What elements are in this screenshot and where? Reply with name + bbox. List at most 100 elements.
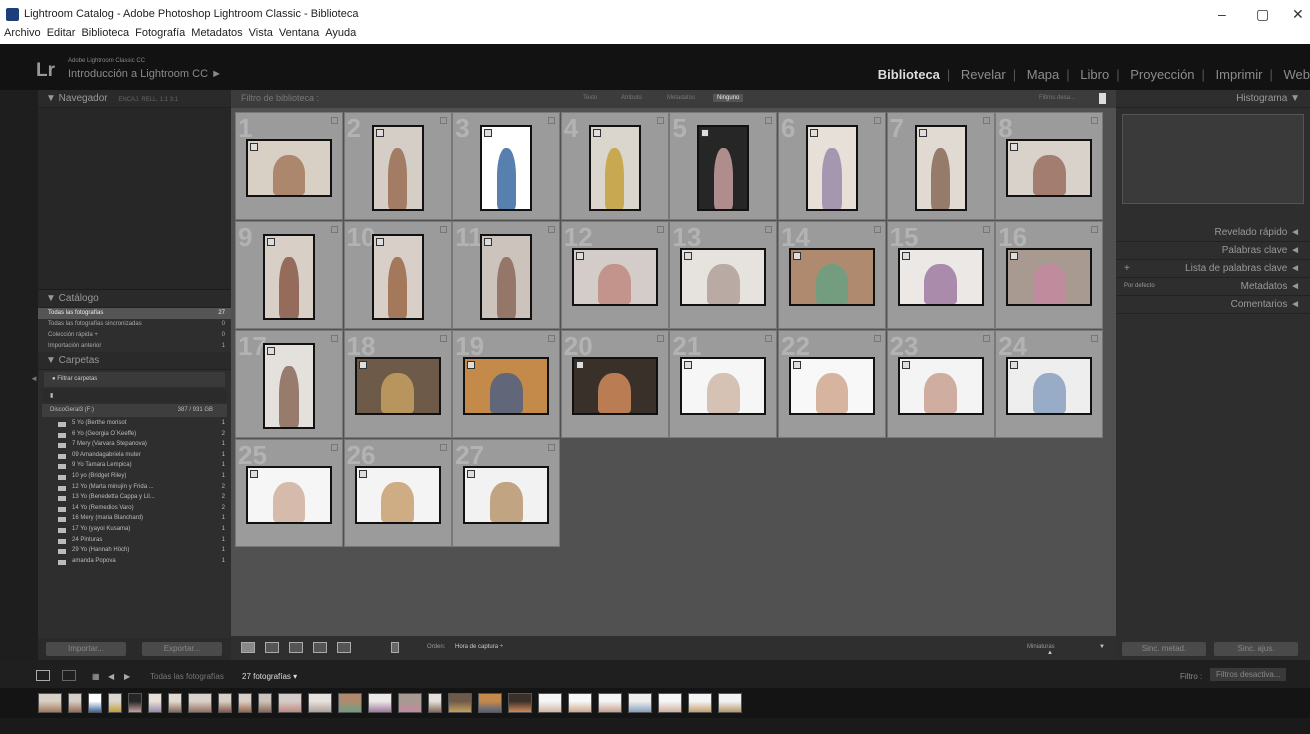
photo-thumbnail[interactable]: [354, 357, 441, 415]
photo-thumbnail[interactable]: [789, 248, 875, 306]
module-mapa[interactable]: Mapa: [1027, 67, 1060, 82]
export-button[interactable]: Exportar...: [142, 642, 222, 656]
photo-thumbnail[interactable]: [246, 139, 332, 197]
filmstrip-thumbnail[interactable]: [628, 693, 652, 713]
grid-cell[interactable]: 18: [343, 330, 452, 438]
catalog-item[interactable]: Colección rápida + 0: [38, 330, 231, 341]
panel-keyword-list[interactable]: + Lista de palabras clave ◄: [1116, 260, 1310, 278]
filmstrip-thumbnail[interactable]: [258, 693, 272, 713]
grid-cell[interactable]: 8: [995, 112, 1104, 220]
filmstrip-thumbnail[interactable]: [218, 693, 232, 713]
grid-cell[interactable]: 5: [669, 112, 778, 220]
grid-cell[interactable]: 13: [669, 221, 778, 329]
photo-count[interactable]: 27 fotografías ▾: [242, 672, 297, 681]
photo-thumbnail[interactable]: [480, 125, 533, 211]
module-proyeccion[interactable]: Proyección: [1130, 67, 1194, 82]
photo-thumbnail[interactable]: [371, 234, 424, 320]
grid-cell[interactable]: 22: [778, 330, 886, 438]
filmstrip-thumbnail[interactable]: [128, 693, 142, 713]
flag-badge-icon[interactable]: [765, 117, 773, 124]
folder-item[interactable]: 6 Yo (Georgia O´Keeffe) 2: [38, 430, 231, 441]
filmstrip-thumbnail[interactable]: [568, 693, 592, 713]
panel-comments[interactable]: Comentarios ◄: [1116, 296, 1310, 314]
flag-badge-icon[interactable]: [656, 226, 664, 233]
filmstrip-thumbnail[interactable]: [38, 693, 62, 713]
panel-metadata[interactable]: Por defecto Metadatos ◄: [1116, 278, 1310, 296]
grid-cell[interactable]: 4: [560, 112, 669, 220]
flag-badge-icon[interactable]: [331, 335, 338, 342]
flag-badge-icon[interactable]: [331, 117, 338, 124]
grid-icon[interactable]: ▦: [92, 672, 100, 681]
menu-fotografia[interactable]: Fotografía: [135, 27, 185, 39]
module-web[interactable]: Web: [1284, 67, 1310, 82]
filmstrip-thumbnail[interactable]: [308, 693, 332, 713]
sync-settings-button[interactable]: Sinc. ajus.: [1214, 642, 1298, 656]
menu-ayuda[interactable]: Ayuda: [325, 27, 356, 39]
filmstrip-thumbnail[interactable]: [168, 693, 182, 713]
photo-thumbnail[interactable]: [480, 234, 533, 320]
filter-preset[interactable]: Filtros desa...: [1039, 95, 1075, 101]
flag-badge-icon[interactable]: [874, 226, 881, 233]
grid-cell[interactable]: 15: [886, 221, 995, 329]
photo-thumbnail[interactable]: [680, 357, 767, 415]
folder-item[interactable]: 16 Mery (maria Blanchard) 1: [38, 514, 231, 525]
flag-badge-icon[interactable]: [548, 226, 556, 233]
folder-item[interactable]: 09 Amandagabriela muter 1: [38, 451, 231, 462]
flag-badge-icon[interactable]: [548, 117, 556, 124]
menu-biblioteca[interactable]: Biblioteca: [81, 27, 129, 39]
flag-badge-icon[interactable]: [331, 444, 338, 451]
flag-badge-icon[interactable]: [439, 335, 447, 342]
filmstrip-thumbnail[interactable]: [448, 693, 472, 713]
catalog-item[interactable]: Todas las fotografías sincronizadas 0: [38, 319, 231, 330]
forward-arrow-icon[interactable]: ▶: [124, 672, 130, 681]
filmstrip-thumbnail[interactable]: [688, 693, 712, 713]
module-revelar[interactable]: Revelar: [961, 67, 1006, 82]
photo-thumbnail[interactable]: [371, 125, 424, 211]
filmstrip-filter-select[interactable]: Filtros desactiva...: [1210, 668, 1287, 681]
flag-badge-icon[interactable]: [765, 226, 773, 233]
filmstrip-thumbnail[interactable]: [368, 693, 392, 713]
grid-cell[interactable]: 23: [886, 330, 995, 438]
grid-cell[interactable]: 7: [886, 112, 995, 220]
navigator-zoom-options[interactable]: ENCAJ. RELL. 1:1 3:1: [118, 97, 178, 103]
flag-badge-icon[interactable]: [548, 444, 556, 451]
grid-cell[interactable]: 14: [778, 221, 886, 329]
folder-item[interactable]: 14 Yo (Remedios Varo) 2: [38, 504, 231, 515]
filter-texto[interactable]: Texto: [583, 95, 597, 101]
histogram-header[interactable]: Histograma ▼: [1116, 90, 1310, 108]
photo-thumbnail[interactable]: [1006, 248, 1093, 306]
photo-thumbnail[interactable]: [263, 234, 315, 320]
people-view-icon[interactable]: [337, 642, 351, 653]
grid-cell[interactable]: 16: [995, 221, 1104, 329]
collapse-left-icon[interactable]: ◄: [30, 374, 38, 383]
add-keyword-icon[interactable]: +: [1124, 263, 1130, 274]
flag-badge-icon[interactable]: [982, 117, 990, 124]
menu-metadatos[interactable]: Metadatos: [191, 27, 242, 39]
back-arrow-icon[interactable]: ◀: [108, 672, 114, 681]
photo-thumbnail[interactable]: [263, 343, 315, 429]
filmstrip-thumbnail[interactable]: [478, 693, 502, 713]
metadata-preset-select[interactable]: Por defecto: [1124, 283, 1155, 289]
folders-header[interactable]: ▼ Carpetas: [38, 352, 231, 370]
flag-badge-icon[interactable]: [982, 226, 990, 233]
photo-thumbnail[interactable]: [914, 125, 967, 211]
module-biblioteca[interactable]: Biblioteca: [878, 67, 940, 82]
navigator-header[interactable]: ▼ Navegador ENCAJ. RELL. 1:1 3:1: [38, 90, 231, 108]
catalog-item[interactable]: Todas las fotografías 27: [38, 308, 231, 319]
spray-icon[interactable]: [391, 642, 399, 653]
filmstrip-thumbnail[interactable]: [188, 693, 212, 713]
folder-item[interactable]: 24 Pinturas 1: [38, 536, 231, 547]
filmstrip-thumbnail[interactable]: [658, 693, 682, 713]
flag-badge-icon[interactable]: [331, 226, 338, 233]
flag-badge-icon[interactable]: [874, 117, 881, 124]
filmstrip-thumbnail[interactable]: [718, 693, 742, 713]
flag-badge-icon[interactable]: [982, 335, 990, 342]
flag-badge-icon[interactable]: [656, 117, 664, 124]
folder-item[interactable]: 5 Yo (Berthe morisot 1: [38, 419, 231, 430]
flag-badge-icon[interactable]: [439, 444, 447, 451]
filmstrip[interactable]: [0, 688, 1310, 718]
folder-item[interactable]: 10 yo (Bridget Riley) 1: [38, 472, 231, 483]
photo-thumbnail[interactable]: [1006, 357, 1093, 415]
photo-thumbnail[interactable]: [588, 125, 641, 211]
folder-item[interactable]: 29 Yo (Hannah Höch) 1: [38, 546, 231, 557]
